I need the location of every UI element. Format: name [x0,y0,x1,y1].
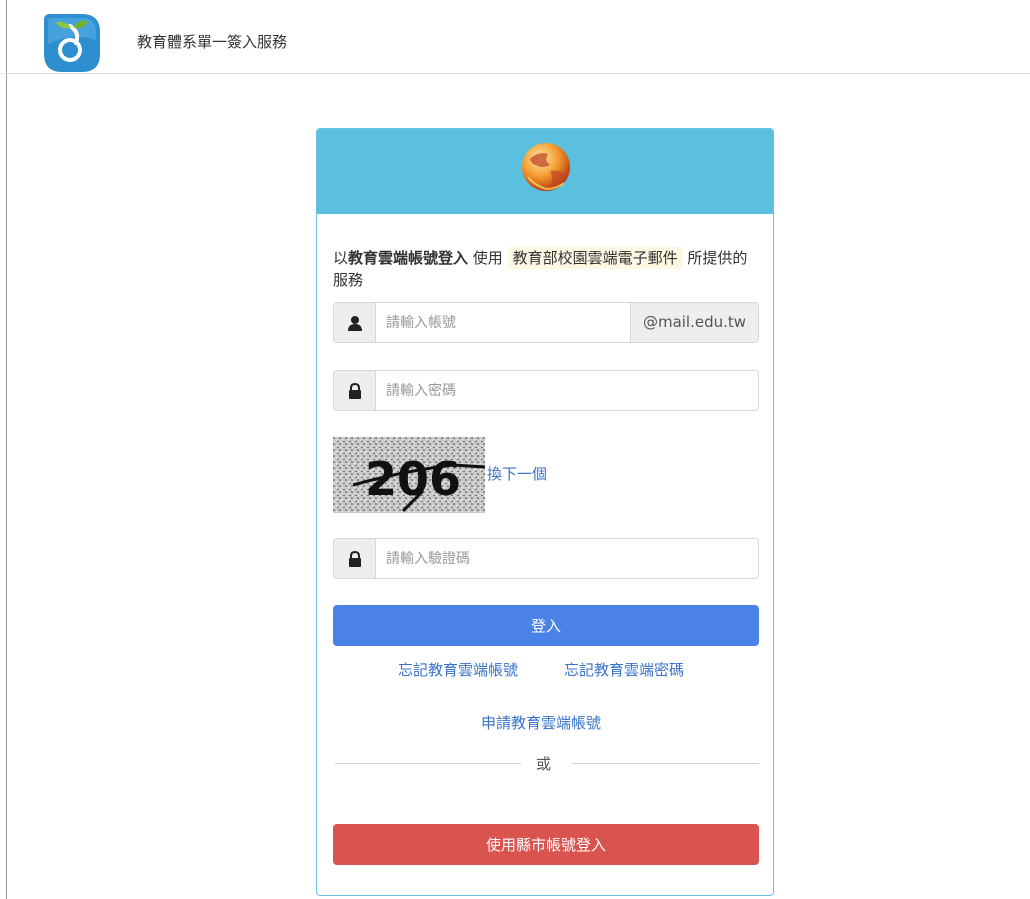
intro-prefix: 以 [333,249,349,267]
apply-account-link[interactable]: 申請教育雲端帳號 [481,712,601,733]
lock-addon [334,371,376,410]
captcha-image: 206 [333,437,485,513]
forgot-account-link[interactable]: 忘記教育雲端帳號 [398,659,518,680]
account-input[interactable] [386,303,626,342]
forgot-password-link[interactable]: 忘記教育雲端密碼 [564,659,684,680]
login-button[interactable]: 登入 [333,605,759,646]
top-header: 教育體系單一簽入服務 [0,0,1030,74]
sprout-logo-icon[interactable] [40,10,104,74]
user-addon [334,303,376,342]
login-panel: 以教育雲端帳號登入 使用 教育部校園雲端電子郵件 所提供的服務 @mail.ed… [316,128,774,896]
password-input-group [333,370,759,411]
lock-icon [349,383,361,399]
captcha-input[interactable] [386,539,746,578]
globe-icon [522,143,570,191]
panel-header [317,129,773,214]
intro-emphasis: 教育雲端帳號登入 [348,249,469,267]
intro-middle: 使用 [468,249,508,267]
or-label: 或 [536,755,552,773]
divider-left [335,763,521,764]
site-title: 教育體系單一簽入服務 [137,33,288,51]
lock-addon [334,539,376,578]
captcha-refresh-link[interactable]: 換下一個 [487,463,547,484]
captcha-input-group [333,538,759,579]
email-domain-suffix: @mail.edu.tw [630,303,758,342]
password-input[interactable] [386,371,746,410]
county-login-button[interactable]: 使用縣市帳號登入 [333,824,759,865]
account-input-group: @mail.edu.tw [333,302,759,343]
login-description: 以教育雲端帳號登入 使用 教育部校園雲端電子郵件 所提供的服務 [333,247,761,291]
user-icon [348,316,362,331]
service-highlight: 教育部校園雲端電子郵件 [507,247,683,269]
window-edge [6,0,7,899]
divider-right [571,763,759,764]
lock-icon [349,551,361,567]
